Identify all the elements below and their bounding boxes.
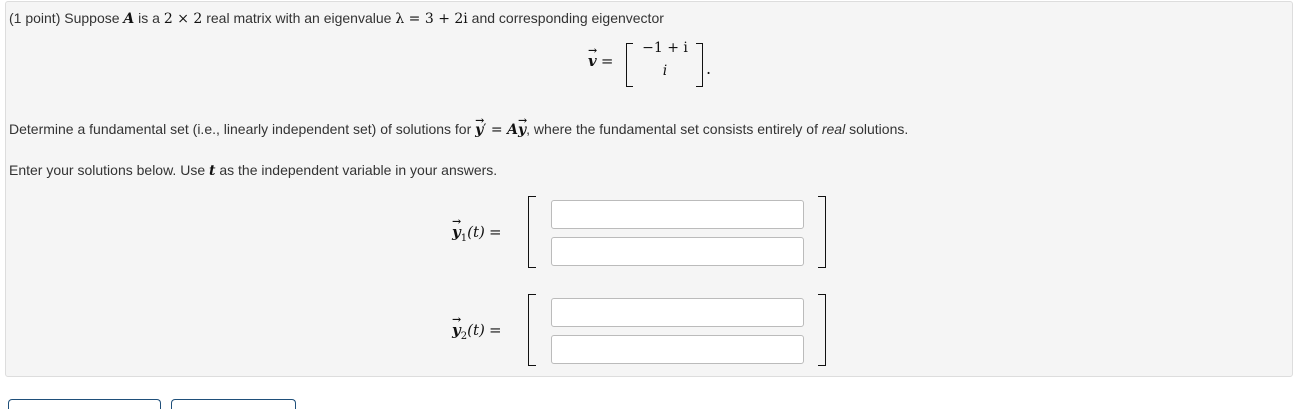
submit-button[interactable] xyxy=(171,399,296,409)
solution-1-entry-2-input[interactable] xyxy=(551,237,804,266)
solution-2-entry-2-input[interactable] xyxy=(551,335,804,364)
solution-2: → y2(t) = xyxy=(450,294,850,366)
enter-instruction: Enter your solutions below. Use t as the… xyxy=(9,162,498,179)
solution-2-label: → y2(t) = xyxy=(452,313,502,342)
matrix-dimension: 2 × 2 xyxy=(163,11,203,27)
solution-1: → y1(t) = xyxy=(450,196,850,268)
preview-button[interactable] xyxy=(8,399,161,409)
vector-arrow-icon: → xyxy=(452,313,462,326)
eigenvalue: λ = 3 + 2i xyxy=(395,11,468,27)
solution-1-label: → y1(t) = xyxy=(452,215,502,244)
eigenvector-entry-1: −1 + i xyxy=(642,40,688,56)
vector-arrow-icon: → xyxy=(452,215,462,228)
right-bracket xyxy=(818,196,826,268)
eigenvector-symbol: → v xyxy=(588,44,598,70)
vector-arrow-icon: → xyxy=(518,114,528,127)
problem-intro: (1 point) Suppose A is a 2 × 2 real matr… xyxy=(9,10,664,27)
left-bracket xyxy=(528,196,536,268)
points-label: (1 point) xyxy=(9,10,61,26)
right-bracket xyxy=(818,294,826,366)
right-bracket xyxy=(696,43,703,87)
eigenvector-entry-2: i xyxy=(662,63,668,79)
y-vector-symbol: → y xyxy=(518,114,528,138)
vector-arrow-icon: → xyxy=(588,44,598,57)
vector-arrow-icon: → xyxy=(475,114,485,127)
matrix-symbol: A xyxy=(123,11,135,27)
y-vector-symbol: → y xyxy=(475,114,485,138)
left-bracket xyxy=(626,43,633,87)
solution-2-entry-1-input[interactable] xyxy=(551,298,804,327)
left-bracket xyxy=(528,294,536,366)
real-emphasis: real xyxy=(821,121,846,137)
solution-1-entry-1-input[interactable] xyxy=(551,200,804,229)
determine-instruction: Determine a fundamental set (i.e., linea… xyxy=(9,114,909,138)
